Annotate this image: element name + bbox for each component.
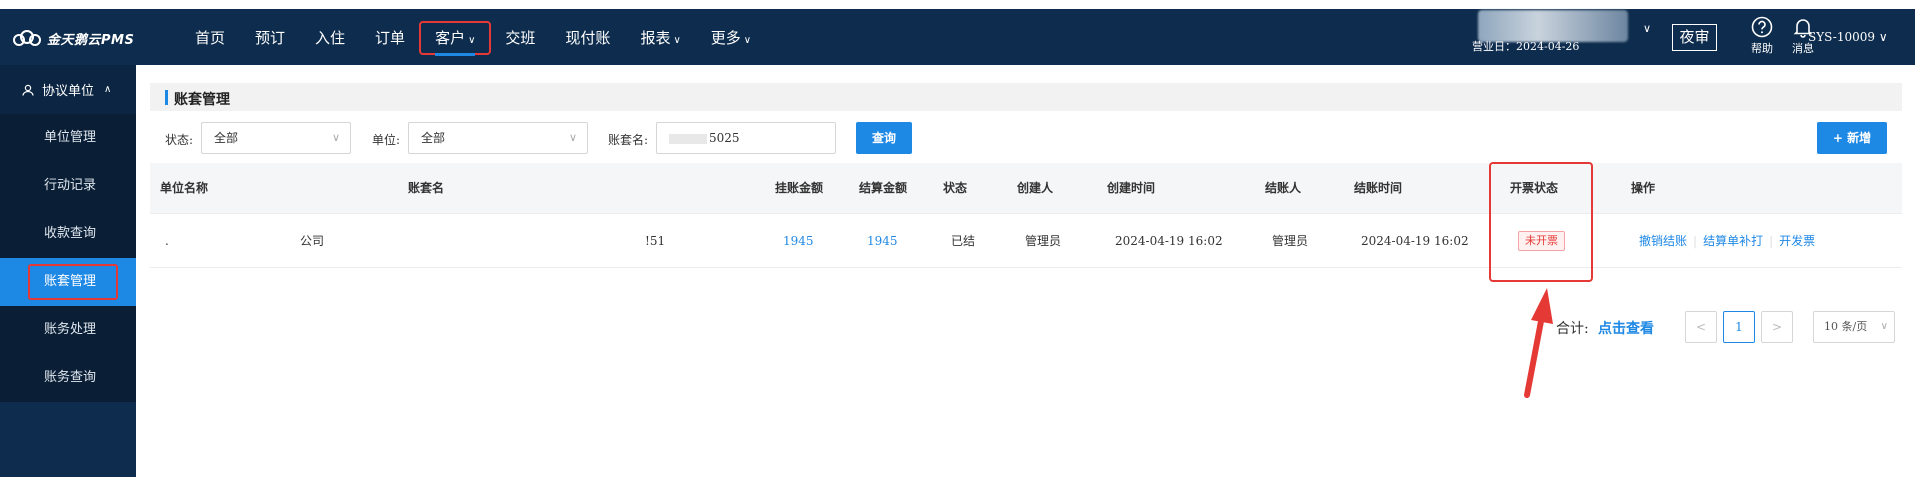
- nav-customers[interactable]: 客户 ∨: [419, 21, 492, 56]
- col-creator: 创建人: [1017, 181, 1054, 195]
- chevron-up-icon: ∧: [104, 84, 112, 95]
- unit-filter-label: 单位:: [372, 133, 401, 147]
- chevron-down-icon[interactable]: ∨: [1643, 22, 1651, 35]
- annotation-arrow-icon: [1524, 288, 1553, 398]
- top-strip: [0, 0, 1915, 9]
- nav-checkin[interactable]: 入住: [300, 22, 360, 54]
- chevron-down-icon: ∨: [568, 131, 577, 144]
- nav-shift[interactable]: 交班: [490, 22, 550, 54]
- next-page-button[interactable]: >: [1761, 311, 1793, 343]
- cell-hang-amount[interactable]: 1945: [783, 214, 814, 268]
- status-filter-label: 状态:: [165, 133, 194, 147]
- sidebar-group-label: 协议单位: [42, 84, 95, 99]
- chevron-down-icon: ∨: [1880, 321, 1888, 332]
- sidebar-item-payment-query[interactable]: 收款查询: [0, 210, 136, 258]
- cell-created-time: 2024-04-19 16:02: [1115, 234, 1223, 248]
- chevron-down-icon: ∨: [743, 35, 752, 46]
- sidebar-item-unit-management[interactable]: 单位管理: [0, 114, 136, 162]
- status-select[interactable]: 全部 ∨: [201, 122, 351, 154]
- view-total-link[interactable]: 点击查看: [1598, 318, 1654, 338]
- nav-home[interactable]: 首页: [180, 22, 240, 54]
- nav-more[interactable]: 更多 ∨: [696, 22, 766, 54]
- sidebar-items: 单位管理 行动记录 收款查询 账套管理 账务处理 账务查询: [0, 114, 136, 402]
- title-accent-bar: [165, 90, 168, 105]
- page-title: 账套管理: [174, 92, 230, 108]
- app-logo[interactable]: 金天鹅云PMS: [12, 28, 134, 48]
- col-settle-amount: 结算金额: [859, 181, 908, 195]
- sidebar-item-account-processing[interactable]: 账务处理: [0, 306, 136, 354]
- col-created-time: 创建时间: [1107, 181, 1156, 195]
- cell-creator: 管理员: [1025, 234, 1062, 248]
- reprint-settlement-link[interactable]: 结算单补打: [1703, 214, 1763, 268]
- divider: |: [1769, 234, 1774, 248]
- add-button[interactable]: + 新增: [1817, 122, 1887, 154]
- help-icon: [1751, 16, 1773, 38]
- nav-orders[interactable]: 订单: [360, 22, 420, 54]
- night-audit-button[interactable]: 夜审: [1672, 24, 1717, 51]
- sidebar-item-account-query[interactable]: 账务查询: [0, 354, 136, 402]
- col-account-set-name: 账套名: [408, 181, 445, 195]
- col-unit-name: 单位名称: [160, 181, 209, 195]
- account-set-name-input[interactable]: 5025: [656, 122, 836, 154]
- invoice-status-highlight: [1489, 162, 1593, 282]
- table-header: 单位名称 账套名 挂账金额 结算金额 状态 创建人 创建时间 结账人 结账时间 …: [150, 163, 1902, 214]
- user-icon: [22, 84, 34, 96]
- nav-cash-account[interactable]: 现付账: [550, 22, 625, 54]
- sidebar: 协议单位 ∧ 单位管理 行动记录 收款查询 账套管理 账务处理 账务查询: [0, 65, 136, 477]
- divider: |: [1693, 234, 1698, 248]
- cell-unit-name: .: [165, 234, 169, 248]
- main-nav: 首页 预订 入住 订单 客户 ∨ 交班 现付账 报表 ∨ 更多 ∨: [180, 21, 766, 56]
- sidebar-group-agreement-units[interactable]: 协议单位 ∧: [0, 65, 136, 114]
- page-size-select[interactable]: 10 条/页 ∨: [1813, 311, 1895, 343]
- highlight-box: [28, 264, 118, 300]
- issue-invoice-link[interactable]: 开发票: [1779, 214, 1815, 268]
- sidebar-item-action-records[interactable]: 行动记录: [0, 162, 136, 210]
- filter-row: 状态: 全部 ∨ 单位: 全部 ∨ 账套名: 5025 查询 + 新增: [150, 122, 1902, 156]
- cloud-logo-icon: [13, 30, 41, 46]
- nav-booking[interactable]: 预订: [240, 22, 300, 54]
- logo-text: 金天鹅云PMS: [47, 32, 135, 48]
- cell-settle-amount[interactable]: 1945: [867, 214, 898, 268]
- prev-page-button[interactable]: <: [1685, 311, 1717, 343]
- sidebar-item-account-set-management[interactable]: 账套管理: [0, 258, 136, 306]
- chevron-down-icon: ∨: [468, 35, 476, 46]
- nav-reports[interactable]: 报表 ∨: [625, 22, 695, 54]
- row-operations: 撤销结账 | 结算单补打 | 开发票: [1639, 214, 1815, 268]
- top-navbar: 金天鹅云PMS 首页 预订 入住 订单 客户 ∨ 交班 现付账 报表 ∨ 更多 ∨ 营…: [0, 0, 1915, 65]
- page-title-bar: 账套管理: [150, 83, 1902, 111]
- table-row: . 公司 !51 1945 1945 已结 管理员 2024-04-19 16:…: [150, 214, 1902, 268]
- revoke-settlement-link[interactable]: 撤销结账: [1639, 214, 1687, 268]
- help-label: 帮助: [1751, 42, 1773, 55]
- col-settled-time: 结账时间: [1354, 181, 1403, 195]
- col-status: 状态: [943, 181, 968, 195]
- account-set-name-label: 账套名:: [608, 133, 649, 147]
- account-set-table: 单位名称 账套名 挂账金额 结算金额 状态 创建人 创建时间 结账人 结账时间 …: [150, 163, 1902, 268]
- cell-settled-time: 2024-04-19 16:02: [1361, 234, 1469, 248]
- cell-account-set-name: !51: [645, 234, 666, 248]
- cell-unit-name-suffix: 公司: [300, 234, 325, 248]
- help-button[interactable]: 帮助: [1742, 16, 1782, 56]
- col-hang-amount: 挂账金额: [775, 181, 824, 195]
- col-settler: 结账人: [1265, 181, 1302, 195]
- business-date: 营业日：2024-04-26: [1472, 40, 1580, 53]
- chevron-down-icon: ∨: [673, 35, 681, 46]
- cell-status: 已结: [951, 234, 976, 248]
- col-operations: 操作: [1631, 181, 1656, 195]
- chevron-down-icon: ∨: [331, 131, 340, 144]
- unit-select[interactable]: 全部 ∨: [408, 122, 588, 154]
- user-menu[interactable]: SYS-10009 ∨: [1808, 30, 1888, 44]
- cell-settler: 管理员: [1272, 234, 1309, 248]
- redacted-text: [669, 133, 707, 144]
- page-1-button[interactable]: 1: [1723, 311, 1755, 343]
- pagination: 合计: 点击查看 < 1 > 10 条/页 ∨: [150, 311, 1902, 343]
- query-button[interactable]: 查询: [856, 122, 912, 154]
